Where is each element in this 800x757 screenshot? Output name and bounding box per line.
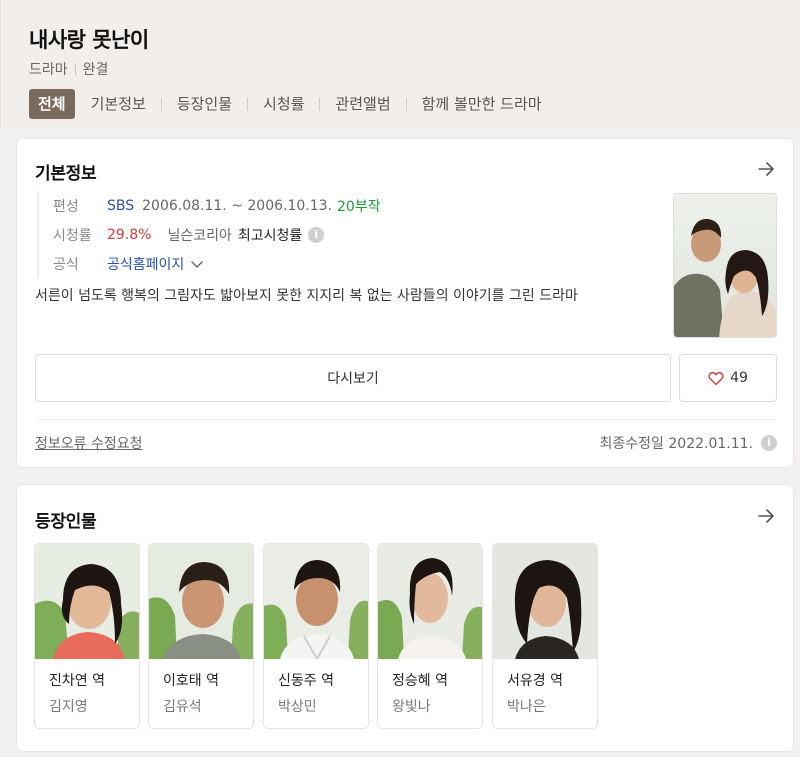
- broadcast-label: 편성: [53, 198, 79, 215]
- cast-actor: 박나은: [507, 699, 546, 715]
- tab-cast[interactable]: 등장인물: [169, 89, 240, 119]
- cast-member[interactable]: 진차연 역 김지영: [34, 543, 140, 729]
- genre-label: 드라마: [29, 62, 68, 78]
- tab-recommended[interactable]: 함께 볼만한 드라마: [414, 89, 550, 119]
- like-button[interactable]: 49: [679, 354, 777, 402]
- page-title: 내사랑 못난이: [29, 28, 149, 52]
- tab-ratings[interactable]: 시청률: [255, 89, 312, 119]
- cast-photo: [493, 544, 597, 659]
- last-updated: 최종수정일 2022.01.11. i: [600, 433, 777, 453]
- cast-photo: [264, 544, 368, 659]
- cast-role: 이호태 역: [163, 673, 219, 689]
- rating-value: 29.8%: [107, 226, 152, 243]
- tab-all[interactable]: 전체: [29, 89, 75, 119]
- official-label: 공식: [53, 256, 79, 273]
- status-label: 완결: [82, 62, 109, 78]
- broadcast-row: 편성 SBS 2006.08.11. ~ 2006.10.13. 20부작: [53, 191, 381, 220]
- heart-icon: [708, 371, 724, 385]
- tab-bar: 전체 기본정보 등장인물 시청률 관련앨범 함께 볼만한 드라마: [29, 89, 550, 119]
- section-title: 기본정보: [35, 164, 97, 184]
- basic-info-card: 기본정보 편성 SBS 2006.08.11. ~ 2006.10.13. 20…: [16, 138, 794, 468]
- info-list: 편성 SBS 2006.08.11. ~ 2006.10.13. 20부작 시청…: [37, 191, 381, 278]
- tab-albums[interactable]: 관련앨범: [327, 89, 398, 119]
- section-divider: [35, 419, 775, 420]
- report-error-link[interactable]: 정보오류 수정요청: [35, 433, 143, 453]
- episode-count: 20부작: [337, 198, 381, 215]
- chevron-down-icon[interactable]: [190, 257, 204, 271]
- tab-basic-info[interactable]: 기본정보: [83, 89, 154, 119]
- cast-role: 진차연 역: [49, 673, 105, 689]
- drama-meta: 드라마 완결: [29, 59, 108, 79]
- info-icon[interactable]: i: [308, 226, 325, 243]
- meta-divider: [74, 63, 76, 75]
- tab-divider: [247, 97, 249, 111]
- cast-photo: [378, 544, 482, 659]
- cast-role: 신동주 역: [278, 673, 334, 689]
- rating-label: 시청률: [53, 227, 92, 244]
- info-icon[interactable]: i: [761, 435, 777, 451]
- cast-photo: [35, 544, 139, 659]
- cast-actor: 김지영: [49, 699, 88, 715]
- cast-actor: 왕빛나: [392, 699, 431, 715]
- rating-row: 시청률 29.8% 닐슨코리아 최고시청률 i: [53, 220, 381, 249]
- cast-actor: 박상민: [278, 699, 317, 715]
- rating-type: 최고시청률: [237, 227, 303, 244]
- section-title: 등장인물: [35, 512, 97, 532]
- arrow-right-icon[interactable]: [755, 505, 777, 527]
- cast-member[interactable]: 신동주 역 박상민: [263, 543, 369, 729]
- tab-divider: [319, 97, 321, 111]
- official-row: 공식 공식홈페이지: [53, 249, 381, 278]
- tab-divider: [405, 97, 407, 111]
- tab-divider: [160, 97, 162, 111]
- drama-header: 내사랑 못난이 드라마 완결 전체 기본정보 등장인물 시청률 관련앨범 함께 …: [0, 0, 800, 128]
- cast-card: 등장인물 진차연 역 김지영 이호태 역 김유석 신동주 역 박상민 정승혜 역…: [16, 484, 794, 752]
- cast-role: 정승혜 역: [392, 673, 448, 689]
- cast-photo: [149, 544, 253, 659]
- drama-poster[interactable]: [673, 193, 777, 338]
- official-homepage-link[interactable]: 공식홈페이지: [107, 254, 184, 274]
- replay-button[interactable]: 다시보기: [35, 354, 671, 402]
- cast-member[interactable]: 이호태 역 김유석: [148, 543, 254, 729]
- rating-source: 닐슨코리아: [167, 227, 232, 244]
- cast-member[interactable]: 서유경 역 박나은: [492, 543, 598, 729]
- arrow-right-icon[interactable]: [755, 158, 777, 180]
- synopsis: 서른이 넘도록 행복의 그림자도 밟아보지 못한 지지리 복 없는 사람들의 이…: [35, 288, 578, 304]
- cast-member[interactable]: 정승혜 역 왕빛나: [377, 543, 483, 729]
- cast-actor: 김유석: [163, 699, 202, 715]
- air-dates: 2006.08.11. ~ 2006.10.13.: [142, 197, 332, 214]
- channel-link[interactable]: SBS: [107, 198, 134, 214]
- last-updated-text: 최종수정일 2022.01.11.: [599, 436, 753, 452]
- like-count: 49: [730, 370, 748, 386]
- cast-role: 서유경 역: [507, 673, 563, 689]
